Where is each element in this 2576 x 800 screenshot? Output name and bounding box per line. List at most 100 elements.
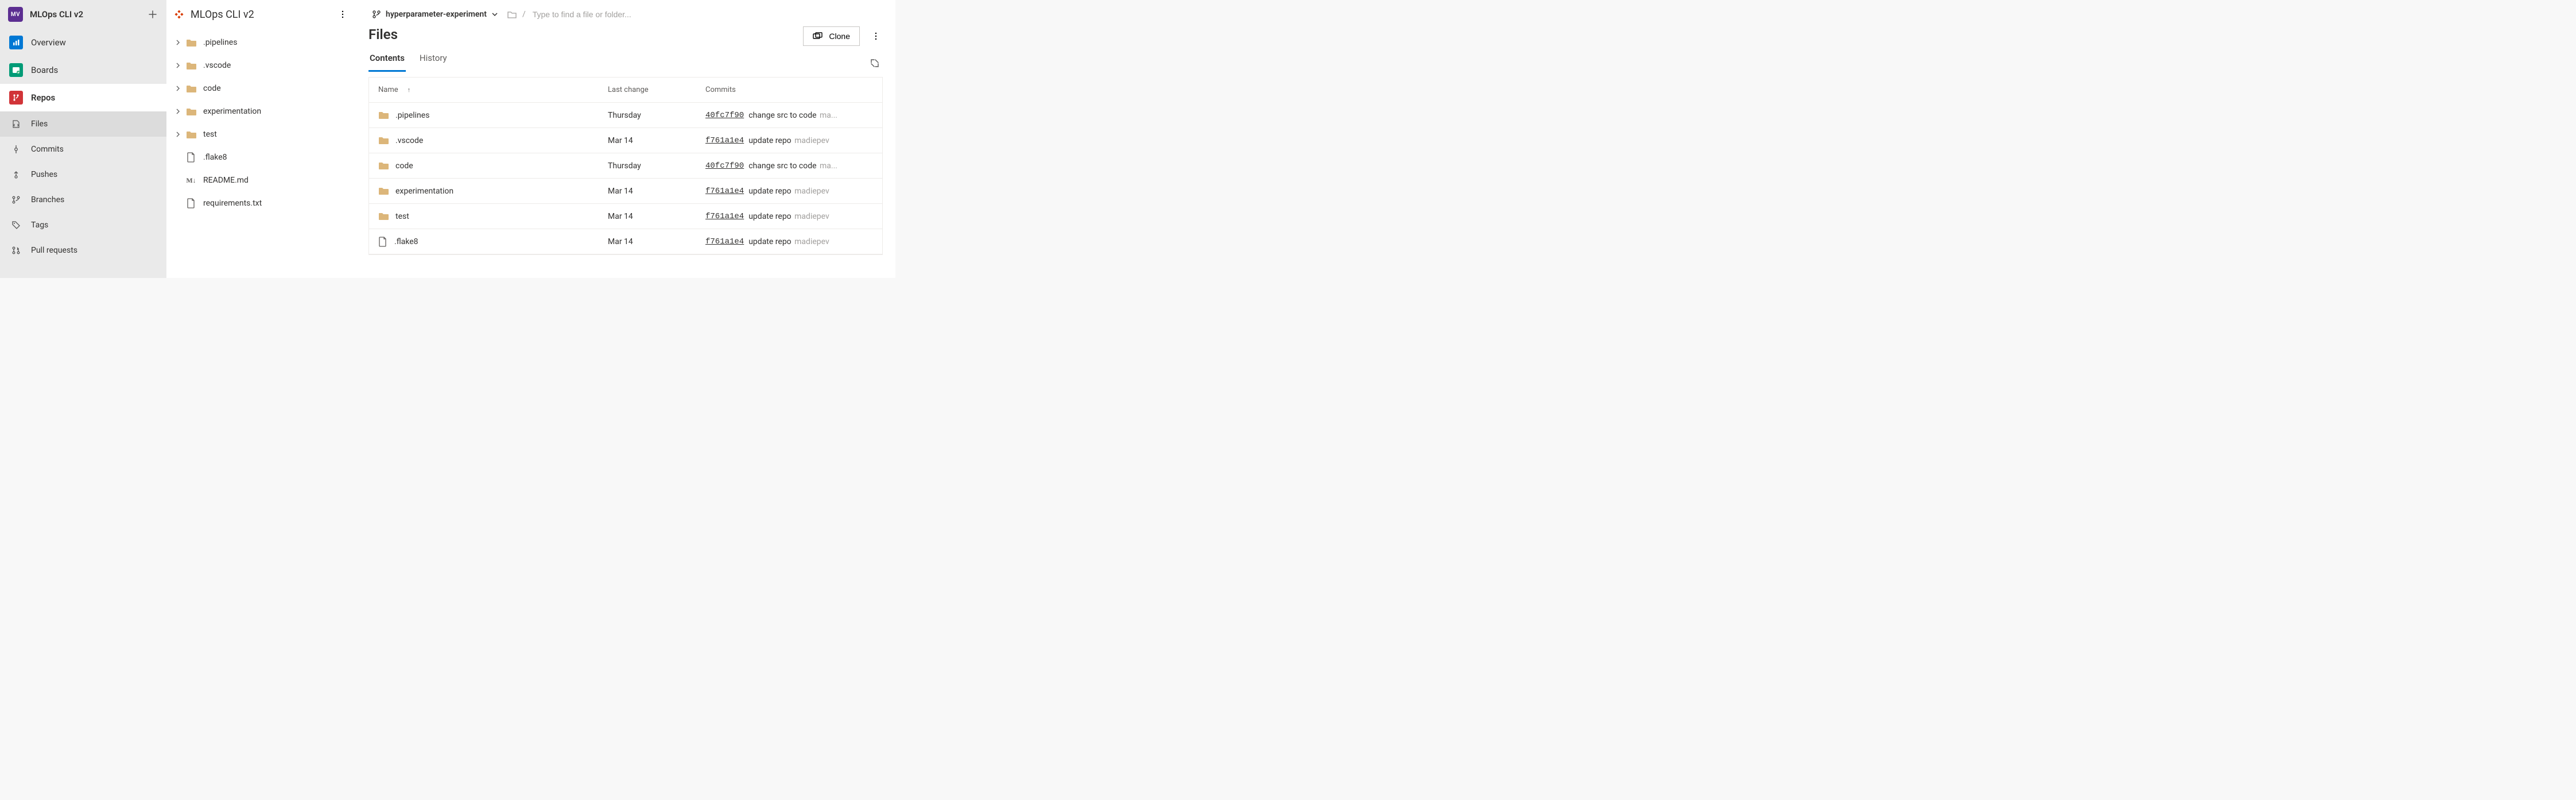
commit-hash[interactable]: 40fc7f90 bbox=[705, 161, 744, 171]
vertical-dots-icon bbox=[871, 32, 880, 41]
breadcrumb-bar: hyperparameter-experiment / bbox=[356, 0, 895, 25]
commits-icon bbox=[9, 142, 23, 156]
nav-label: Pull requests bbox=[31, 246, 157, 255]
file-table: Name↑ Last change Commits .pipelinesThur… bbox=[368, 77, 883, 255]
repos-icon bbox=[9, 91, 23, 105]
prs-icon bbox=[9, 244, 23, 257]
expand-icon bbox=[870, 59, 879, 68]
file-name: test bbox=[395, 212, 409, 221]
project-badge: MV bbox=[8, 7, 23, 22]
commit-author: madiepev bbox=[794, 212, 829, 221]
nav-sub-files[interactable]: Files bbox=[0, 111, 166, 137]
nav-label: Overview bbox=[31, 37, 157, 48]
tree-row[interactable]: .flake8 bbox=[166, 146, 355, 169]
tree-item-name: code bbox=[203, 84, 221, 93]
nav-label: Pushes bbox=[31, 170, 157, 179]
page-title: Files bbox=[368, 26, 796, 42]
plus-icon bbox=[148, 10, 157, 19]
col-commits[interactable]: Commits bbox=[705, 86, 873, 94]
chevron-right-icon bbox=[174, 85, 181, 92]
nav-section-overview[interactable]: Overview bbox=[0, 29, 166, 56]
commit-hash[interactable]: f761a1e4 bbox=[705, 187, 744, 196]
tree-row[interactable]: .pipelines bbox=[166, 31, 355, 54]
col-last-change[interactable]: Last change bbox=[608, 86, 705, 94]
table-row[interactable]: .pipelinesThursday40fc7f90change src to … bbox=[369, 103, 882, 128]
nav-section-boards[interactable]: Boards bbox=[0, 56, 166, 84]
folder-icon bbox=[378, 212, 389, 221]
commit-author: ma... bbox=[820, 161, 837, 171]
chevron-right-icon bbox=[174, 39, 181, 46]
vertical-dots-icon bbox=[338, 10, 347, 19]
folder-icon bbox=[378, 136, 389, 145]
commit-hash[interactable]: f761a1e4 bbox=[705, 212, 744, 221]
folder-icon bbox=[378, 187, 389, 195]
left-nav: MV MLOps CLI v2 Overview Boards Repos File… bbox=[0, 0, 166, 278]
nav-section-repos[interactable]: Repos bbox=[0, 84, 166, 111]
commit-hash[interactable]: 40fc7f90 bbox=[705, 111, 744, 120]
branches-icon bbox=[9, 193, 23, 207]
fullscreen-button[interactable] bbox=[867, 55, 883, 71]
last-change: Mar 14 bbox=[608, 212, 705, 221]
chevron-right-icon bbox=[174, 131, 181, 138]
tree-item-name: experimentation bbox=[203, 107, 261, 116]
nav-sub-tags[interactable]: Tags bbox=[0, 212, 166, 238]
tree-row[interactable]: code bbox=[166, 77, 355, 100]
commit-message: update repo madiepev bbox=[748, 212, 829, 221]
tree-item-name: README.md bbox=[203, 176, 249, 185]
folder-icon bbox=[378, 111, 389, 119]
repo-header[interactable]: MLOps CLI v2 bbox=[166, 0, 355, 29]
table-row[interactable]: test Mar 14f761a1e4 update repo madiepev bbox=[369, 204, 882, 229]
nav-label: Repos bbox=[31, 92, 157, 103]
chevron-right-icon bbox=[174, 62, 181, 69]
commit-hash[interactable]: f761a1e4 bbox=[705, 237, 744, 246]
chevron-down-icon bbox=[491, 11, 498, 18]
col-name[interactable]: Name↑ bbox=[378, 86, 608, 94]
branch-picker[interactable]: hyperparameter-experiment bbox=[368, 7, 502, 21]
nav-sub-branches[interactable]: Branches bbox=[0, 187, 166, 212]
tree-row[interactable]: M↓README.md bbox=[166, 169, 355, 192]
path-separator: / bbox=[522, 10, 526, 19]
tree-more-button[interactable] bbox=[335, 6, 351, 22]
file-name: .flake8 bbox=[394, 237, 418, 246]
file-icon bbox=[186, 198, 196, 208]
chevron-right-icon bbox=[174, 108, 181, 115]
table-row[interactable]: experimentationMar 14f761a1e4update repo… bbox=[369, 179, 882, 204]
table-row[interactable]: .vscodeMar 14f761a1e4update repo madiepe… bbox=[369, 128, 882, 153]
tree-row[interactable]: test bbox=[166, 123, 355, 146]
nav-sub-pushes[interactable]: Pushes bbox=[0, 162, 166, 187]
tab-history[interactable]: History bbox=[418, 47, 448, 71]
commit-message: change src to code ma... bbox=[748, 161, 837, 171]
tree-row[interactable]: .vscode bbox=[166, 54, 355, 77]
sort-asc-icon: ↑ bbox=[408, 86, 411, 94]
nav-sub-prs[interactable]: Pull requests bbox=[0, 238, 166, 263]
file-name: code bbox=[395, 161, 413, 171]
tree-row[interactable]: requirements.txt bbox=[166, 192, 355, 215]
nav-label: Boards bbox=[31, 65, 157, 75]
project-header[interactable]: MV MLOps CLI v2 bbox=[0, 0, 166, 29]
tree-item-name: requirements.txt bbox=[203, 199, 262, 208]
file-name: experimentation bbox=[395, 187, 453, 196]
repo-name: MLOps CLI v2 bbox=[191, 9, 254, 21]
path-search-input[interactable] bbox=[532, 9, 738, 20]
tab-contents[interactable]: Contents bbox=[368, 47, 406, 72]
boards-icon bbox=[9, 63, 23, 77]
commit-message: update repo madiepev bbox=[748, 136, 829, 145]
clone-button[interactable]: Clone bbox=[803, 26, 860, 46]
file-name: .vscode bbox=[395, 136, 423, 145]
table-row[interactable]: .flake8Mar 14f761a1e4update repo madiepe… bbox=[369, 229, 882, 254]
main-more-button[interactable] bbox=[867, 27, 885, 45]
nav-sub-commits[interactable]: Commits bbox=[0, 137, 166, 162]
commit-author: madiepev bbox=[794, 237, 829, 246]
nav-label: Files bbox=[31, 119, 157, 129]
tree-row[interactable]: experimentation bbox=[166, 100, 355, 123]
folder-icon bbox=[186, 106, 196, 117]
folder-icon bbox=[186, 60, 196, 71]
tree-item-name: .vscode bbox=[203, 61, 231, 70]
new-item-button[interactable] bbox=[145, 6, 161, 22]
commit-message: change src to code ma... bbox=[748, 111, 837, 120]
folder-root-icon[interactable] bbox=[507, 10, 517, 18]
commit-hash[interactable]: f761a1e4 bbox=[705, 136, 744, 145]
table-row[interactable]: codeThursday40fc7f90change src to code m… bbox=[369, 153, 882, 179]
file-name: .pipelines bbox=[395, 111, 429, 120]
overview-icon bbox=[9, 36, 23, 49]
